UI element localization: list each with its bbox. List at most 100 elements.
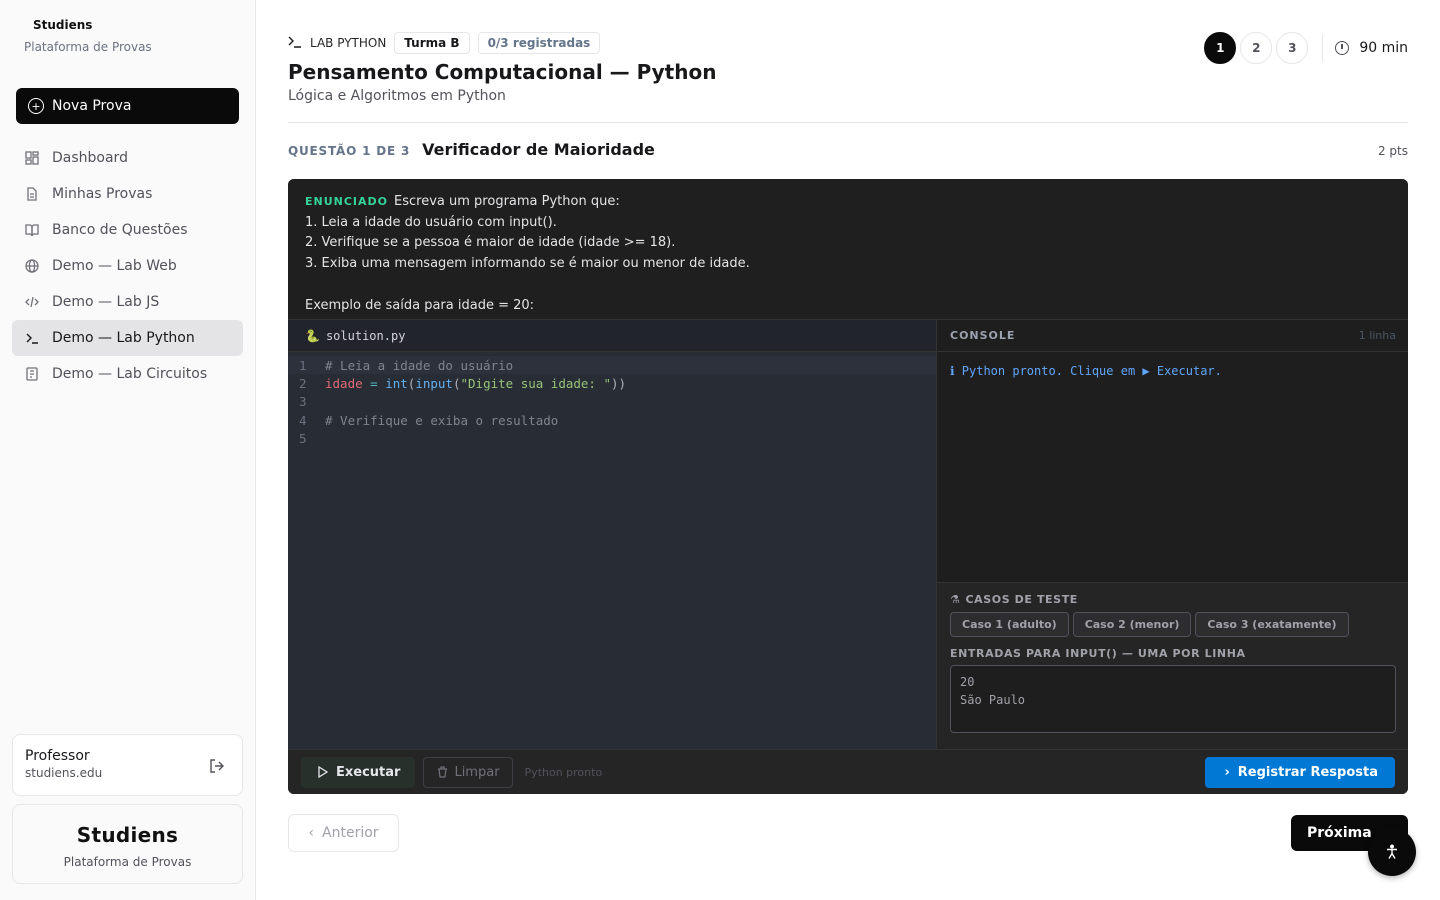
clear-button[interactable]: Limpar (423, 756, 513, 788)
question-number: QUESTÃO 1 DE 3 (288, 144, 411, 158)
clock-icon (1335, 41, 1350, 55)
page-title: Pensamento Computacional — Python (288, 60, 717, 84)
step-2-button[interactable]: 2 (1240, 32, 1273, 64)
test-cases-header: ⚗ CASOS DE TESTE (950, 593, 1395, 606)
terminal-icon (24, 330, 40, 346)
code-editor[interactable]: 🐍 solution.py 1 # Leia a idade do usuári… (288, 319, 936, 749)
accessibility-button[interactable] (1368, 828, 1416, 876)
play-icon (318, 766, 328, 778)
sidebar-item-lab-python[interactable]: Demo — Lab Python (12, 320, 243, 356)
sidebar-item-question-bank[interactable]: Banco de Questões (12, 212, 243, 248)
divider (288, 122, 1408, 123)
user-name: Professor (25, 748, 90, 764)
code-line: 3 (288, 393, 936, 411)
sidebar-item-label: Demo — Lab Circuitos (52, 366, 208, 382)
line-number: 4 (299, 412, 307, 428)
sidebar: Studiens Plataforma de Provas + Nova Pro… (0, 0, 256, 900)
step-3-button[interactable]: 3 (1276, 32, 1309, 64)
sidebar-item-lab-web[interactable]: Demo — Lab Web (12, 248, 243, 284)
step-1-button[interactable]: 1 (1204, 32, 1237, 64)
sidebar-item-label: Banco de Questões (52, 222, 188, 238)
brand: Studiens Plataforma de Provas (24, 18, 152, 54)
flask-icon: ⚗ (950, 593, 961, 606)
clear-label: Limpar (454, 764, 500, 780)
run-button[interactable]: Executar (301, 756, 416, 788)
question-title: Verificador de Maioridade (422, 140, 655, 159)
statement-line: 2. Verifique se a pessoa é maior de idad… (305, 235, 676, 251)
brand-name: Studiens (33, 18, 93, 32)
file-icon (24, 186, 40, 202)
sidebar-nav: Dashboard Minhas Provas Banco de Questõe… (12, 140, 243, 392)
run-status: Python pronto (524, 765, 603, 779)
code-line: 5 (288, 429, 936, 447)
stdin-inputs-textarea[interactable]: 20 São Paulo (950, 665, 1396, 733)
run-label: Executar (336, 764, 401, 780)
brand-subtitle: Plataforma de Provas (24, 40, 152, 54)
statement-line: ENUNCIADO Escreva um programa Python que: (305, 194, 620, 209)
question-points: 2 pts (1377, 144, 1408, 158)
editor-filename: solution.py (325, 328, 406, 343)
line-number: 3 (299, 394, 307, 410)
dashboard-icon (24, 150, 40, 166)
statement-line (305, 275, 1391, 296)
code-line: 2 idade = int(input("Digite sua idade: "… (288, 374, 936, 392)
submit-label: Registrar Resposta (1237, 765, 1378, 780)
submit-answer-button[interactable]: › Registrar Resposta (1205, 757, 1395, 788)
previous-label: Anterior (322, 825, 379, 841)
code-icon (24, 294, 40, 310)
terminal-icon (288, 36, 302, 51)
previous-button[interactable]: ‹ Anterior (288, 814, 399, 852)
trash-icon (437, 766, 448, 778)
python-lab-panel: ENUNCIADO Escreva um programa Python que:… (288, 179, 1408, 794)
accessibility-icon (1384, 844, 1400, 860)
code-area[interactable]: 1 # Leia a idade do usuário 2 idade = in… (288, 352, 936, 447)
sidebar-item-label: Demo — Lab Web (52, 258, 177, 274)
console-message: ℹ Python pronto. Clique em ▶ Executar. (950, 364, 1222, 378)
footer-subtitle: Plataforma de Provas (63, 855, 192, 869)
footer-brand-card: Studiens Plataforma de Provas (12, 804, 243, 884)
statement-line: 1. Leia a idade do usuário com input(). (305, 214, 557, 230)
sidebar-item-label: Minhas Provas (52, 186, 153, 202)
test-cases-title: CASOS DE TESTE (965, 593, 1078, 606)
console-panel: CONSOLE 1 linha ℹ Python pronto. Clique … (936, 319, 1408, 582)
globe-icon (24, 258, 40, 274)
console-header: CONSOLE 1 linha (937, 320, 1408, 352)
sidebar-item-lab-js[interactable]: Demo — Lab JS (12, 284, 243, 320)
user-card: Professor studiens.edu (12, 734, 243, 796)
footer-title: Studiens (76, 823, 179, 847)
timer-value: 90 min (1359, 40, 1408, 56)
test-case-button[interactable]: Caso 3 (exatamente) (1195, 612, 1349, 637)
inputs-label: ENTRADAS PARA INPUT() — UMA POR LINHA (950, 647, 1246, 660)
logout-icon[interactable] (208, 757, 226, 775)
statement-tag: ENUNCIADO (305, 195, 389, 208)
code-line: 4 # Verifique e exiba o resultado (288, 411, 936, 429)
sidebar-item-my-exams[interactable]: Minhas Provas (12, 176, 243, 212)
divider (1322, 34, 1324, 62)
line-number: 1 (299, 357, 307, 373)
chevron-left-icon: ‹ (308, 825, 315, 841)
plus-circle-icon: + (28, 98, 44, 114)
lab-label: LAB PYTHON (310, 36, 387, 50)
page-subtitle: Lógica e Algoritmos em Python (288, 88, 506, 104)
new-exam-button[interactable]: + Nova Prova (16, 88, 239, 124)
test-case-button[interactable]: Caso 1 (adulto) (950, 612, 1069, 637)
line-number: 5 (299, 430, 307, 446)
code-line: 1 # Leia a idade do usuário (288, 356, 936, 375)
new-exam-label: Nova Prova (52, 98, 132, 114)
timer: 90 min (1335, 40, 1408, 56)
sidebar-item-lab-circuits[interactable]: Demo — Lab Circuitos (12, 356, 243, 392)
sidebar-item-dashboard[interactable]: Dashboard (12, 140, 243, 176)
class-badge: Turma B (394, 32, 470, 54)
lab-toolbar: Executar Limpar Python pronto › Registra… (288, 749, 1408, 794)
sidebar-item-label: Dashboard (52, 150, 128, 166)
test-case-button[interactable]: Caso 2 (menor) (1072, 612, 1192, 637)
book-icon (24, 222, 40, 238)
question-header: QUESTÃO 1 DE 3 Verificador de Maioridade (288, 140, 655, 159)
editor-file-tab[interactable]: 🐍 solution.py (288, 320, 936, 352)
console-title: CONSOLE (950, 329, 1016, 342)
statement-line: Exemplo de saída para idade = 20: (305, 297, 535, 313)
registered-badge: 0/3 registradas (477, 32, 601, 54)
circuit-icon (24, 366, 40, 382)
console-line-count: 1 linha (1358, 329, 1396, 342)
python-icon: 🐍 (305, 328, 320, 343)
